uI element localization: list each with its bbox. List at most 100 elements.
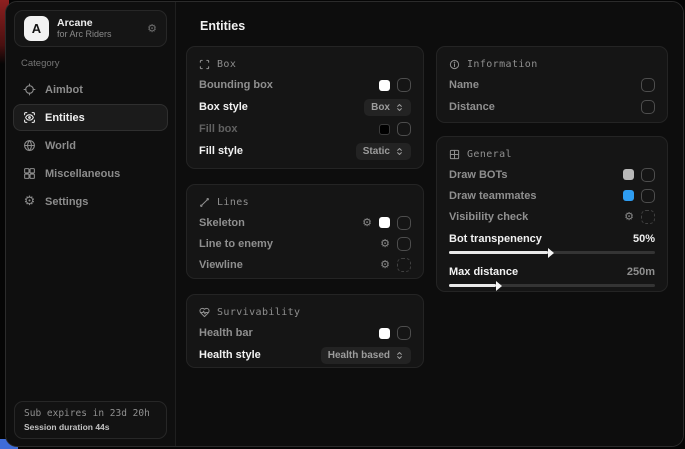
session-duration-text: Session duration 44s (24, 422, 157, 432)
category-label: Category (21, 58, 160, 69)
slider-fill (449, 251, 548, 254)
sidebar-item-world[interactable]: World (13, 132, 168, 159)
section-title: General (467, 149, 512, 160)
sidebar: A Arcane for Arc Riders ⚙ Category Aimbo… (6, 2, 176, 446)
setting-row-name: Name (449, 74, 655, 96)
section-survivability: Survivability Health bar Health style He… (186, 294, 424, 368)
color-swatch[interactable] (379, 124, 390, 135)
gear-icon[interactable]: ⚙ (380, 238, 390, 249)
sidebar-item-label: Entities (45, 112, 85, 124)
sidebar-item-label: World (45, 140, 76, 152)
brand-text: Arcane for Arc Riders (57, 17, 112, 40)
setting-row-draw-bots: Draw BOTs (449, 164, 655, 185)
setting-label: Visibility check (449, 211, 528, 223)
section-survivability-header: Survivability (199, 303, 411, 322)
setting-label: Bounding box (199, 79, 273, 91)
chevrons-up-down-icon (395, 103, 404, 112)
sidebar-item-label: Miscellaneous (45, 168, 120, 180)
setting-label: Health bar (199, 327, 253, 339)
name-checkbox[interactable] (641, 78, 655, 92)
slider-fill (449, 284, 496, 287)
distance-checkbox[interactable] (641, 100, 655, 114)
color-swatch[interactable] (379, 217, 390, 228)
section-title: Lines (217, 197, 249, 208)
setting-row-viewline: Viewline ⚙ (199, 254, 411, 275)
visibility-check-checkbox[interactable] (641, 210, 655, 224)
brand-card: A Arcane for Arc Riders ⚙ (14, 10, 167, 47)
gear-icon: ⚙ (23, 194, 36, 209)
section-lines: Lines Skeleton ⚙ Line to enemy ⚙ Viewlin… (186, 184, 424, 279)
setting-label: Distance (449, 101, 495, 113)
sidebar-nav: Aimbot Entities World Miscellaneous ⚙ Se… (6, 76, 175, 215)
color-swatch[interactable] (379, 80, 390, 91)
grid-icon (23, 167, 36, 180)
setting-label: Health style (199, 349, 261, 361)
setting-label: Draw BOTs (449, 169, 507, 181)
setting-row-bounding-box: Bounding box (199, 74, 411, 96)
fill-box-checkbox[interactable] (397, 122, 411, 136)
health-style-select[interactable]: Health based (321, 347, 411, 364)
max-distance-slider-group: Max distance 250m (449, 263, 655, 287)
sidebar-item-label: Settings (45, 196, 88, 208)
setting-label: Line to enemy (199, 238, 273, 250)
box-style-select[interactable]: Box (364, 99, 411, 116)
setting-label: Viewline (199, 259, 243, 271)
color-swatch[interactable] (623, 169, 634, 180)
section-information-header: Information (449, 55, 655, 74)
select-value: Health based (328, 350, 390, 361)
setting-label: Fill box (199, 123, 238, 135)
globe-icon (23, 139, 36, 152)
section-general: General Draw BOTs Draw teammates Visibil… (436, 136, 668, 292)
setting-row-fill-box: Fill box (199, 118, 411, 140)
draw-teammates-checkbox[interactable] (641, 189, 655, 203)
bounding-box-checkbox[interactable] (397, 78, 411, 92)
setting-label: Box style (199, 101, 248, 113)
section-lines-header: Lines (199, 193, 411, 212)
bot-transpenency-slider-group: Bot transpenency 50% (449, 230, 655, 254)
slider-label: Max distance (449, 266, 518, 278)
draw-bots-checkbox[interactable] (641, 168, 655, 182)
setting-row-health-bar: Health bar (199, 322, 411, 344)
gear-icon[interactable]: ⚙ (380, 259, 390, 270)
layout-grid-icon (449, 149, 460, 160)
line-to-enemy-checkbox[interactable] (397, 237, 411, 251)
viewline-checkbox[interactable] (397, 258, 411, 272)
page-title: Entities (200, 19, 245, 33)
color-swatch[interactable] (379, 328, 390, 339)
fill-style-select[interactable]: Static (356, 143, 411, 160)
setting-row-distance: Distance (449, 96, 655, 118)
health-bar-checkbox[interactable] (397, 326, 411, 340)
select-value: Static (363, 146, 390, 157)
setting-row-health-style: Health style Health based (199, 344, 411, 366)
max-distance-slider[interactable] (449, 284, 655, 287)
sidebar-item-settings[interactable]: ⚙ Settings (13, 188, 168, 215)
setting-label: Name (449, 79, 479, 91)
gear-icon[interactable]: ⚙ (147, 22, 157, 35)
section-box-header: Box (199, 55, 411, 74)
brand-title: Arcane (57, 17, 112, 30)
setting-row-line-to-enemy: Line to enemy ⚙ (199, 233, 411, 254)
color-swatch[interactable] (623, 190, 634, 201)
section-general-header: General (449, 145, 655, 164)
section-title: Survivability (217, 307, 300, 318)
sidebar-item-aimbot[interactable]: Aimbot (13, 76, 168, 103)
gear-icon[interactable]: ⚙ (624, 211, 634, 222)
select-value: Box (371, 102, 390, 113)
section-information: Information Name Distance (436, 46, 668, 123)
sidebar-item-miscellaneous[interactable]: Miscellaneous (13, 160, 168, 187)
crosshair-icon (23, 83, 36, 96)
setting-label: Skeleton (199, 217, 245, 229)
setting-label: Fill style (199, 145, 243, 157)
section-title: Box (217, 59, 236, 70)
section-box: Box Bounding box Box style Box (186, 46, 424, 169)
main-panel: Entities Box Bounding box Box style Box (176, 2, 683, 446)
bot-transpenency-slider[interactable] (449, 251, 655, 254)
skeleton-checkbox[interactable] (397, 216, 411, 230)
sidebar-item-entities[interactable]: Entities (13, 104, 168, 131)
gear-icon[interactable]: ⚙ (362, 217, 372, 228)
setting-row-box-style: Box style Box (199, 96, 411, 118)
setting-row-draw-teammates: Draw teammates (449, 185, 655, 206)
cheat-menu-window: A Arcane for Arc Riders ⚙ Category Aimbo… (5, 1, 684, 447)
setting-row-visibility-check: Visibility check ⚙ (449, 206, 655, 227)
slider-value: 50% (633, 233, 655, 245)
